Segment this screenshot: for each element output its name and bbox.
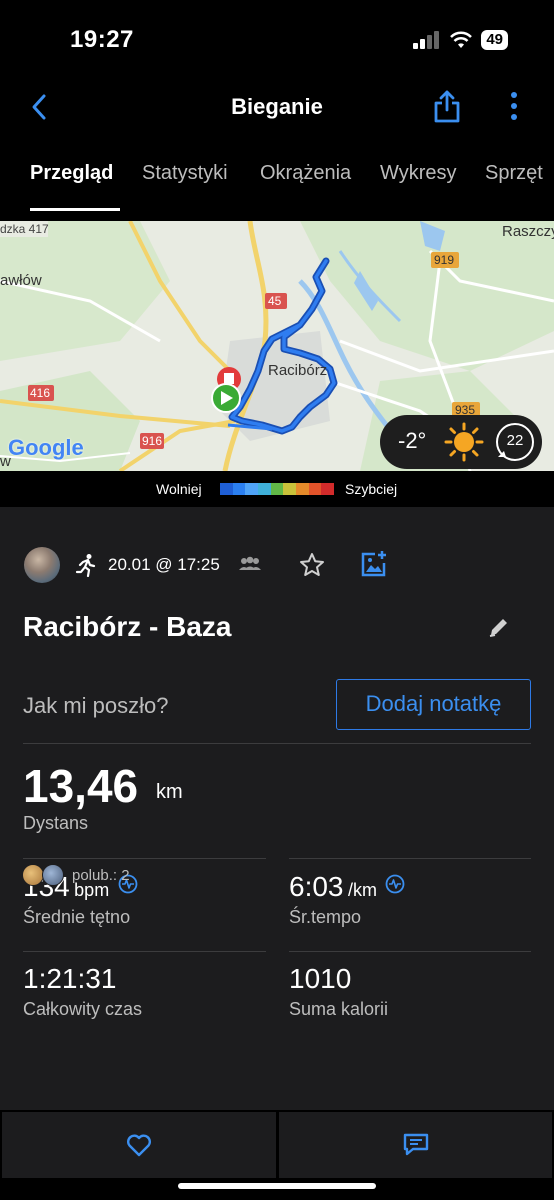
comment-icon <box>403 1133 429 1156</box>
total-time-label: Całkowity czas <box>23 999 143 1019</box>
map-place-label: awłów <box>0 272 42 289</box>
pace-color-segment <box>220 483 233 495</box>
pace-color-segment <box>270 483 284 495</box>
add-photo-icon[interactable] <box>360 550 388 578</box>
weather-badge: -2° 22 <box>380 415 542 469</box>
divider <box>23 858 266 859</box>
map-place-label: Raszczy <box>502 223 554 240</box>
wifi-icon <box>450 31 473 48</box>
tab-overview[interactable]: Przegląd <box>30 162 113 185</box>
tab-gear[interactable]: Sprzęt <box>485 162 543 185</box>
avatar[interactable] <box>24 547 60 583</box>
heart-icon <box>127 1134 151 1157</box>
pace-stat[interactable]: 6:03 /km Śr.tempo <box>289 871 405 928</box>
tab-statistics[interactable]: Statystyki <box>142 162 228 185</box>
activity-meta-row: 20.01 @ 17:25 <box>24 547 524 583</box>
home-indicator <box>178 1183 376 1189</box>
map-road-label: dzka 417 <box>0 222 49 236</box>
status-bar: 19:27 49 <box>0 0 554 80</box>
distance-label: Dystans <box>23 813 89 833</box>
page-title: Bieganie <box>231 94 323 119</box>
tab-laps[interactable]: Okrążenia <box>260 162 351 185</box>
signal-icon <box>413 31 440 49</box>
avatar <box>42 864 64 886</box>
distance-unit: km <box>156 781 183 803</box>
sun-icon <box>444 422 484 462</box>
activity-title: Racibórz - Baza <box>23 611 232 642</box>
group-icon[interactable] <box>238 555 262 575</box>
status-time: 19:27 <box>70 26 134 53</box>
tab-charts[interactable]: Wykresy <box>380 162 456 185</box>
heart-rate-label: Średnie tętno <box>23 907 131 927</box>
route-map[interactable]: dzka 417 45 416 916 919 935 awłów Raszcz… <box>0 221 554 471</box>
pace-value: 6:03 <box>289 871 344 902</box>
like-button[interactable] <box>2 1112 276 1178</box>
pace-color-scale <box>220 483 335 495</box>
running-icon <box>75 554 96 577</box>
edit-icon[interactable] <box>487 615 511 639</box>
calories-stat: 1010 Suma kalorii <box>289 963 388 1020</box>
star-icon[interactable] <box>299 552 325 578</box>
wind-indicator: 22 <box>494 421 536 463</box>
divider <box>23 951 266 952</box>
activity-summary: 20.01 @ 17:25 Racibórz - Baza Jak mi pos… <box>0 507 554 1110</box>
more-options-icon[interactable] <box>502 90 526 124</box>
comment-button[interactable] <box>279 1112 552 1178</box>
divider <box>23 743 531 744</box>
active-tab-indicator <box>30 208 120 211</box>
avatar <box>22 864 44 886</box>
pace-color-segment <box>258 483 271 495</box>
wind-speed: 22 <box>506 432 524 449</box>
calories-label: Suma kalorii <box>289 999 389 1019</box>
pace-legend: Wolniej Szybciej <box>0 471 554 507</box>
navigation-bar: Bieganie <box>0 84 554 130</box>
pace-unit: /km <box>347 880 377 900</box>
calories-value: 1010 <box>289 963 352 994</box>
add-note-button[interactable]: Dodaj notatkę <box>336 679 531 730</box>
pace-color-segment <box>308 483 322 495</box>
divider <box>289 858 531 859</box>
pace-color-segment <box>232 483 246 495</box>
map-road-label: 416 <box>30 386 51 400</box>
legend-slow-label: Wolniej <box>156 481 202 497</box>
share-icon[interactable] <box>432 90 462 124</box>
status-icons: 49 <box>413 30 508 50</box>
pace-color-segment <box>283 483 297 495</box>
total-time-stat: 1:21:31 Całkowity czas <box>23 963 142 1020</box>
feedback-question: Jak mi poszło? <box>23 693 169 718</box>
map-road-label: 916 <box>142 434 163 448</box>
legend-fast-label: Szybciej <box>345 481 398 497</box>
pace-color-segment <box>296 483 309 495</box>
pace-icon <box>386 874 405 894</box>
divider <box>289 951 531 952</box>
pace-label: Śr.tempo <box>289 907 362 927</box>
map-road-label: 919 <box>434 253 455 267</box>
tab-bar: Przegląd Statystyki Okrążenia Wykresy Sp… <box>0 150 554 212</box>
total-time-value: 1:21:31 <box>23 963 117 994</box>
activity-date: 20.01 @ 17:25 <box>108 555 220 574</box>
google-logo: Google <box>8 435 84 460</box>
map-road-label: 45 <box>268 294 282 308</box>
battery-indicator: 49 <box>481 30 508 50</box>
likes-count: polub.: 2 <box>72 867 130 884</box>
pace-color-segment <box>321 483 335 495</box>
distance-value: 13,46 <box>23 760 139 812</box>
weather-temperature: -2° <box>398 428 427 453</box>
map-city-label: Racibórz <box>268 362 328 379</box>
pace-color-segment <box>245 483 259 495</box>
